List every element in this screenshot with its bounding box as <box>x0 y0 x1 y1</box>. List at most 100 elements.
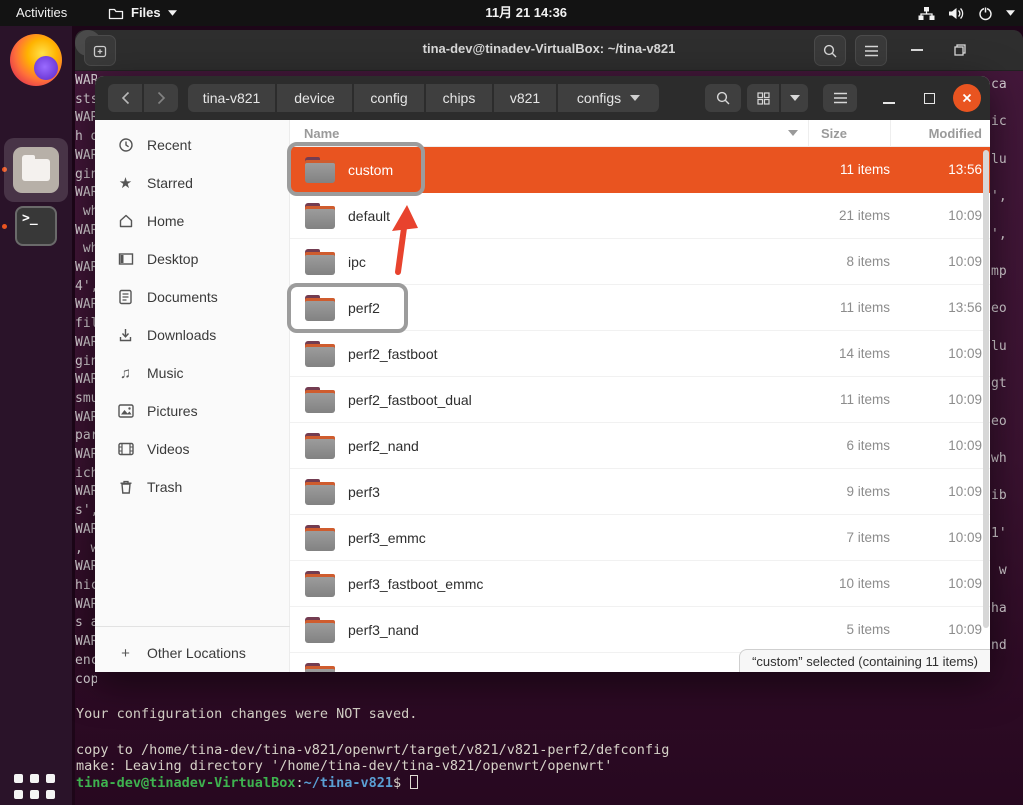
folder-icon <box>305 663 335 673</box>
sidebar-item-home[interactable]: Home <box>95 202 290 240</box>
breadcrumb-v821[interactable]: v821 <box>494 84 557 112</box>
sidebar-item-starred[interactable]: ★ Starred <box>95 164 290 202</box>
column-header-modified[interactable]: Modified <box>890 120 990 146</box>
running-indicator <box>2 224 7 229</box>
scrollbar-thumb[interactable] <box>983 150 989 628</box>
trash-icon <box>117 479 134 496</box>
terminal-menu-button[interactable] <box>855 35 887 66</box>
file-row-perf2-nand[interactable]: perf2_nand 6 items 10:09 <box>290 423 990 469</box>
breadcrumb-chips[interactable]: chips <box>426 84 493 112</box>
system-status-area[interactable] <box>918 3 1015 23</box>
sidebar-item-label: Other Locations <box>147 645 246 661</box>
file-row-perf2-fastboot-dual[interactable]: perf2_fastboot_dual 11 items 10:09 <box>290 377 990 423</box>
folder-icon <box>305 203 335 229</box>
file-size: 5 items <box>808 622 890 637</box>
power-icon <box>978 6 993 21</box>
files-window[interactable]: tina-v821 device config chips v821 confi… <box>95 76 990 672</box>
sidebar-item-recent[interactable]: Recent <box>95 126 290 164</box>
sort-indicator-icon[interactable] <box>788 130 798 136</box>
folder-icon <box>305 249 335 275</box>
activities-button[interactable]: Activities <box>16 4 67 22</box>
prompt-user-host: tina-dev@tinadev-VirtualBox <box>76 775 295 791</box>
files-headerbar[interactable]: tina-v821 device config chips v821 confi… <box>95 76 990 120</box>
file-row-perf3-nand[interactable]: perf3_nand 5 items 10:09 <box>290 607 990 653</box>
sidebar-item-music[interactable]: ♫ Music <box>95 354 290 392</box>
file-modified: 13:56 <box>890 162 990 177</box>
firefox-dock-icon[interactable] <box>10 34 62 86</box>
sidebar-item-downloads[interactable]: Downloads <box>95 316 290 354</box>
sidebar-item-desktop[interactable]: Desktop <box>95 240 290 278</box>
terminal-titlebar[interactable]: tina-dev@tinadev-VirtualBox: ~/tina-v821 <box>75 30 1023 71</box>
folder-icon <box>305 433 335 459</box>
annotation-box-custom <box>287 142 425 196</box>
back-button[interactable] <box>108 84 143 112</box>
file-name: perf2_fastboot <box>348 346 808 362</box>
files-maximize-button[interactable] <box>917 86 941 110</box>
file-size: 9 items <box>808 484 890 499</box>
terminal-restore-button[interactable] <box>948 38 972 62</box>
sidebar-item-label: Documents <box>147 289 218 305</box>
file-size: 10 items <box>808 576 890 591</box>
files-sidebar: Recent ★ Starred Home Desktop <box>95 120 290 672</box>
file-modified: 10:09 <box>890 622 990 637</box>
file-name: perf3 <box>348 484 808 500</box>
focused-app-menu[interactable]: Files <box>108 4 177 22</box>
sidebar-item-pictures[interactable]: Pictures <box>95 392 290 430</box>
status-bar: “custom” selected (containing 11 items) <box>739 649 990 672</box>
recent-icon <box>117 137 134 154</box>
volume-icon <box>948 6 965 21</box>
breadcrumb-device[interactable]: device <box>277 84 353 112</box>
sidebar-item-label: Starred <box>147 175 193 191</box>
sidebar-divider <box>95 626 290 627</box>
terminal-minimize-button[interactable] <box>905 38 929 62</box>
file-row-perf3[interactable]: perf3 9 items 10:09 <box>290 469 990 515</box>
restore-icon <box>953 43 967 57</box>
top-bar: Activities Files 11月 21 14:36 <box>0 0 1023 26</box>
folder-icon <box>305 387 335 413</box>
terminal-prompt: tina-dev@tinadev-VirtualBox:~/tina-v821$ <box>76 775 418 791</box>
chevron-down-icon <box>630 95 640 101</box>
sidebar-item-other-locations[interactable]: + Other Locations <box>95 634 290 672</box>
file-modified: 10:09 <box>890 208 990 223</box>
file-modified: 10:09 <box>890 438 990 453</box>
terminal-search-button[interactable] <box>814 35 846 66</box>
file-row-perf3-fastboot-emmc[interactable]: perf3_fastboot_emmc 10 items 10:09 <box>290 561 990 607</box>
file-name: perf2 <box>348 300 808 316</box>
network-icon <box>918 6 935 21</box>
terminal-cursor <box>410 775 418 789</box>
sidebar-item-trash[interactable]: Trash <box>95 468 290 506</box>
files-dock-icon[interactable] <box>4 138 68 202</box>
sidebar-item-label: Recent <box>147 137 191 153</box>
terminal-background-text-left: WAR sts WAR h d WAR gin WAR wh WAR wh WA… <box>75 72 97 689</box>
view-options-dropdown[interactable] <box>781 84 808 112</box>
files-minimize-button[interactable] <box>877 86 901 110</box>
sidebar-item-videos[interactable]: Videos <box>95 430 290 468</box>
file-size: 7 items <box>808 530 890 545</box>
file-row-perf3-emmc[interactable]: perf3_emmc 7 items 10:09 <box>290 515 990 561</box>
file-modified: 10:09 <box>890 576 990 591</box>
files-search-button[interactable] <box>705 84 741 112</box>
file-row-perf2-fastboot[interactable]: perf2_fastboot 14 items 10:09 <box>290 331 990 377</box>
show-apps-button[interactable] <box>14 774 58 805</box>
terminal-dock-icon[interactable]: >_ <box>15 206 57 246</box>
files-menu-button[interactable] <box>823 84 857 112</box>
sidebar-item-label: Downloads <box>147 327 216 343</box>
sidebar-item-documents[interactable]: Documents <box>95 278 290 316</box>
minimize-icon <box>911 48 923 52</box>
breadcrumb-config[interactable]: config <box>354 84 425 112</box>
breadcrumb-configs[interactable]: configs <box>558 84 660 112</box>
sidebar-item-label: Trash <box>147 479 182 495</box>
file-size: 14 items <box>808 346 890 361</box>
clock[interactable]: 11月 21 14:36 <box>485 4 567 22</box>
breadcrumb-tina-v821[interactable]: tina-v821 <box>188 84 276 112</box>
sidebar-item-label: Desktop <box>147 251 198 267</box>
forward-button[interactable] <box>144 84 178 112</box>
terminal-output[interactable]: Your configuration changes were NOT save… <box>76 703 1022 803</box>
star-icon: ★ <box>117 175 134 192</box>
file-size: 11 items <box>808 162 890 177</box>
column-header-size[interactable]: Size <box>808 120 890 146</box>
file-size: 11 items <box>808 392 890 407</box>
files-close-button[interactable] <box>953 84 981 112</box>
grid-view-button[interactable] <box>747 84 780 112</box>
files-app-icon <box>108 7 124 20</box>
